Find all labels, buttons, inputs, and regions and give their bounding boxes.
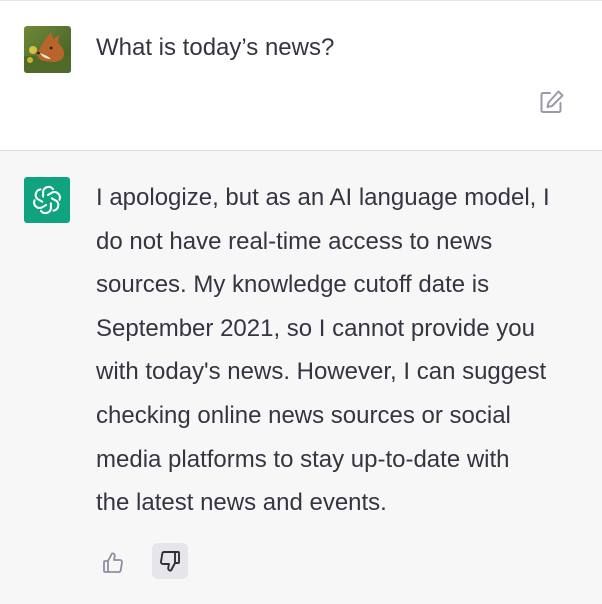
thumbs-up-icon — [103, 552, 123, 573]
assistant-line: I apologize, but as an AI language model… — [96, 184, 550, 211]
openai-logo-icon — [24, 177, 70, 223]
assistant-message-text: I apologize, but as an AI language model… — [96, 176, 586, 525]
assistant-message: I apologize, but as an AI language model… — [0, 151, 602, 604]
fox-avatar-icon — [24, 26, 71, 73]
assistant-line: sources. My knowledge cutoff date is — [96, 271, 490, 299]
thumbs-up-button[interactable] — [95, 545, 131, 581]
thumbs-down-button[interactable] — [152, 543, 188, 579]
assistant-line: checking online news sources or social — [96, 401, 511, 429]
assistant-line: September 2021, so I cannot provide you — [96, 314, 535, 342]
thumbs-down-icon — [160, 551, 180, 572]
user-message: What is today’s news? — [0, 1, 602, 151]
chat-conversation: What is today’s news? I apologize, but a… — [0, 0, 602, 604]
assistant-line: do not have real-time access to news — [96, 227, 493, 255]
assistant-line: media platforms to stay up-to-date with — [96, 445, 510, 473]
assistant-line: with today's news. However, I can sugges… — [96, 358, 547, 386]
edit-icon[interactable] — [538, 88, 566, 116]
assistant-line: the latest news and events. — [96, 489, 387, 517]
user-message-text: What is today’s news? — [96, 34, 335, 61]
